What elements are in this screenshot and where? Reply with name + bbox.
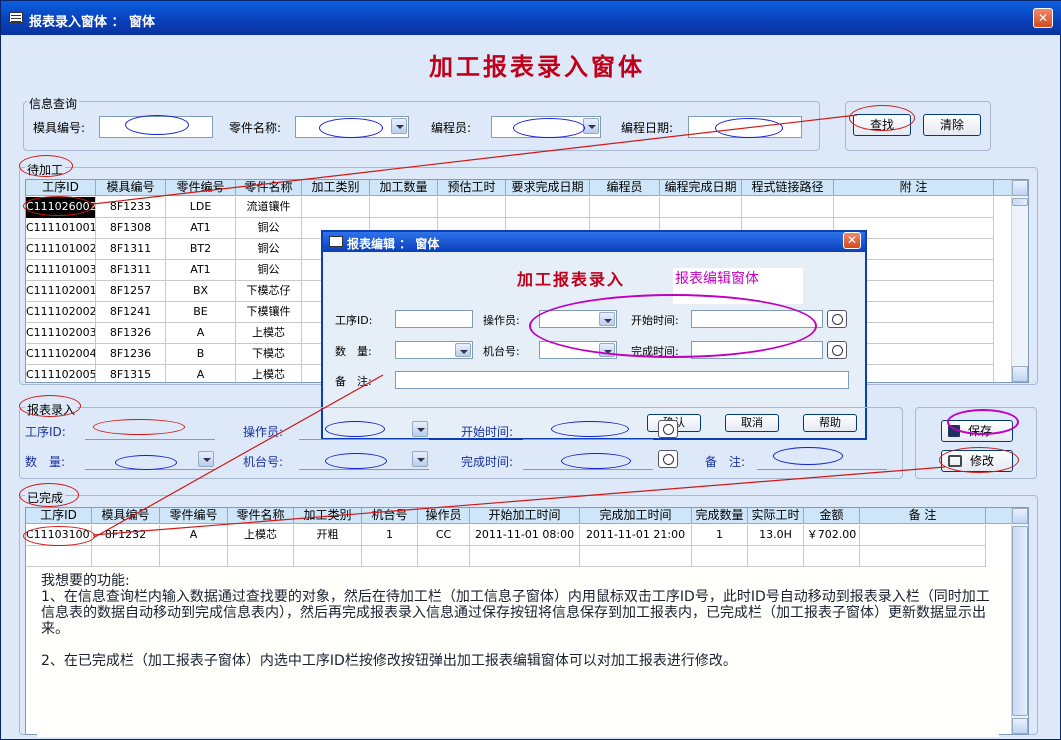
annotation-line <box>92 374 384 539</box>
title-bar: 报表录入窗体 ： 窗体 ✕ <box>1 1 1061 35</box>
annotation-lines <box>92 114 946 539</box>
close-icon[interactable]: ✕ <box>1033 8 1053 28</box>
annotation-line <box>92 114 858 205</box>
window-title: 报表录入窗体 ： 窗体 <box>29 15 156 30</box>
form-icon <box>9 12 23 23</box>
access-form-window: 报表录入窗体 ： 窗体 ✕ 加工报表录入窗体 信息查询 模具编号: 零件名称: … <box>0 0 1061 740</box>
form-body: 加工报表录入窗体 信息查询 模具编号: 零件名称: 编程员: 编程日期: 查找 … <box>7 35 1056 737</box>
annotation-line <box>92 466 946 536</box>
